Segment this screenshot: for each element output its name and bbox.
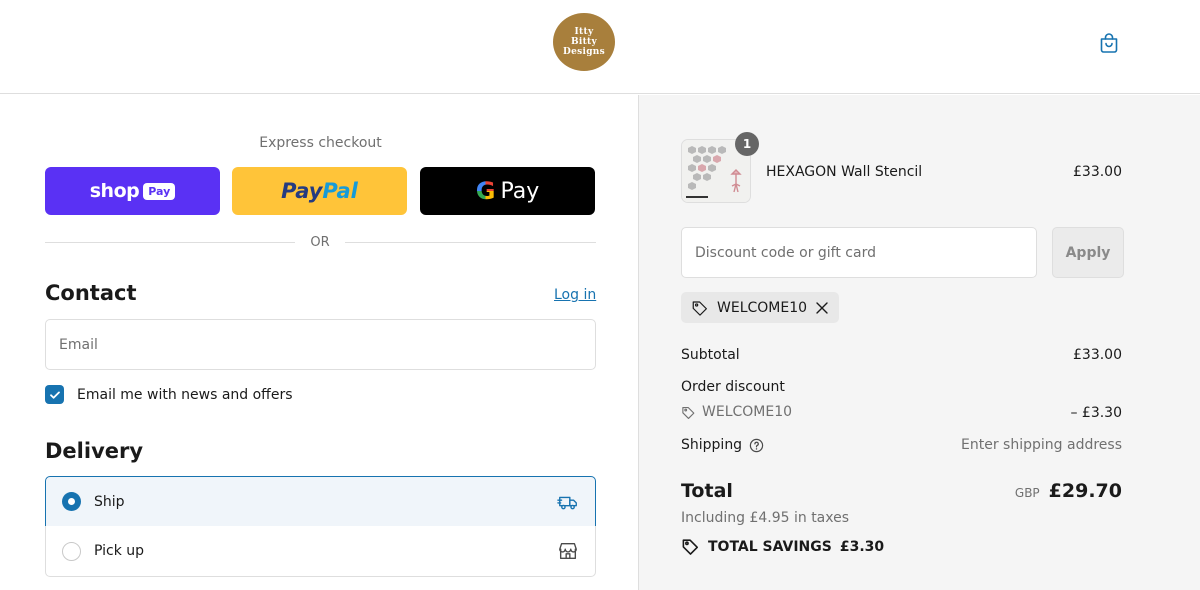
paypal-pal-text: Pal bbox=[322, 179, 358, 203]
divider-left bbox=[45, 242, 295, 243]
shipping-label: Shipping bbox=[681, 437, 743, 453]
shop-pay-word: shop bbox=[89, 180, 140, 202]
checkout-form: Express checkout shop Pay PayPal G Pay O… bbox=[0, 95, 638, 590]
delivery-option-pickup[interactable]: Pick up bbox=[45, 526, 596, 577]
quantity-badge: 1 bbox=[735, 132, 759, 156]
store-logo[interactable]: Itty Bitty Designs bbox=[553, 13, 615, 71]
order-summary: 1 HEXAGON Wall Stencil £33.00 Discount c… bbox=[638, 95, 1200, 590]
currency-code: GBP bbox=[1014, 486, 1040, 500]
contact-title: Contact bbox=[45, 281, 137, 305]
newsletter-checkbox[interactable] bbox=[45, 385, 64, 404]
google-g-icon: G bbox=[475, 177, 496, 205]
google-pay-button[interactable]: G Pay bbox=[420, 167, 595, 215]
discount-code-input[interactable]: Discount code or gift card bbox=[681, 227, 1037, 278]
total-label: Total bbox=[681, 480, 733, 502]
store-icon bbox=[559, 542, 577, 560]
delivery-option-ship[interactable]: Ship bbox=[45, 476, 596, 527]
truck-icon bbox=[557, 496, 577, 509]
paypal-button[interactable]: PayPal bbox=[232, 167, 407, 215]
newsletter-label: Email me with news and offers bbox=[77, 386, 293, 403]
total-amount: £29.70 bbox=[1048, 480, 1122, 502]
shipping-value: Enter shipping address bbox=[961, 437, 1122, 453]
order-discount-code: WELCOME10 bbox=[681, 404, 792, 420]
close-icon bbox=[816, 301, 828, 314]
savings-value: £3.30 bbox=[839, 538, 885, 555]
savings-label: TOTAL SAVINGS bbox=[708, 538, 832, 555]
shop-pay-badge: Pay bbox=[143, 182, 176, 200]
login-link[interactable]: Log in bbox=[554, 287, 596, 303]
taxes-note: Including £4.95 in taxes bbox=[681, 510, 850, 526]
newsletter-checkbox-row[interactable]: Email me with news and offers bbox=[45, 385, 293, 404]
logo-text: Itty Bitty Designs bbox=[562, 27, 606, 57]
subtotal-label: Subtotal bbox=[681, 347, 740, 363]
total-savings: TOTAL SAVINGS £3.30 bbox=[681, 537, 884, 556]
email-placeholder: Email bbox=[59, 336, 98, 353]
shopping-bag-icon[interactable] bbox=[1097, 31, 1121, 55]
remove-discount-button[interactable] bbox=[815, 301, 829, 315]
ship-radio[interactable] bbox=[62, 492, 81, 511]
delivery-title: Delivery bbox=[45, 439, 144, 463]
order-discount-value: – £3.30 bbox=[1070, 405, 1122, 421]
apply-discount-button[interactable]: Apply bbox=[1052, 227, 1124, 278]
shipping-row: Shipping bbox=[681, 437, 764, 453]
express-checkout-title: Express checkout bbox=[259, 135, 382, 151]
product-name: HEXAGON Wall Stencil bbox=[766, 164, 923, 180]
checkmark-icon bbox=[49, 391, 60, 399]
paypal-pay-text: Pay bbox=[281, 179, 323, 203]
google-pay-text: Pay bbox=[500, 178, 540, 204]
pickup-radio[interactable] bbox=[62, 541, 81, 561]
shop-pay-button[interactable]: shop Pay bbox=[45, 167, 220, 215]
applied-discount-chip: WELCOME10 bbox=[681, 292, 840, 323]
ship-label: Ship bbox=[94, 493, 125, 510]
tag-icon bbox=[692, 300, 707, 316]
order-discount-code-text: WELCOME10 bbox=[702, 404, 793, 420]
or-divider-text: OR bbox=[310, 235, 330, 250]
total-value-block: GBP £29.70 bbox=[1015, 480, 1122, 502]
help-icon[interactable] bbox=[749, 438, 764, 453]
email-field[interactable]: Email bbox=[45, 319, 596, 370]
divider-right bbox=[345, 242, 596, 243]
savings-tag-icon bbox=[682, 539, 699, 555]
order-discount-label: Order discount bbox=[681, 379, 785, 395]
pickup-label: Pick up bbox=[94, 543, 145, 559]
paypal-logo: PayPal bbox=[281, 179, 358, 203]
subtotal-value: £33.00 bbox=[1073, 347, 1122, 363]
product-price: £33.00 bbox=[1073, 164, 1122, 180]
header: Itty Bitty Designs bbox=[0, 0, 1200, 94]
applied-code-text: WELCOME10 bbox=[717, 299, 808, 316]
tag-icon bbox=[682, 406, 695, 419]
discount-placeholder: Discount code or gift card bbox=[695, 244, 876, 261]
